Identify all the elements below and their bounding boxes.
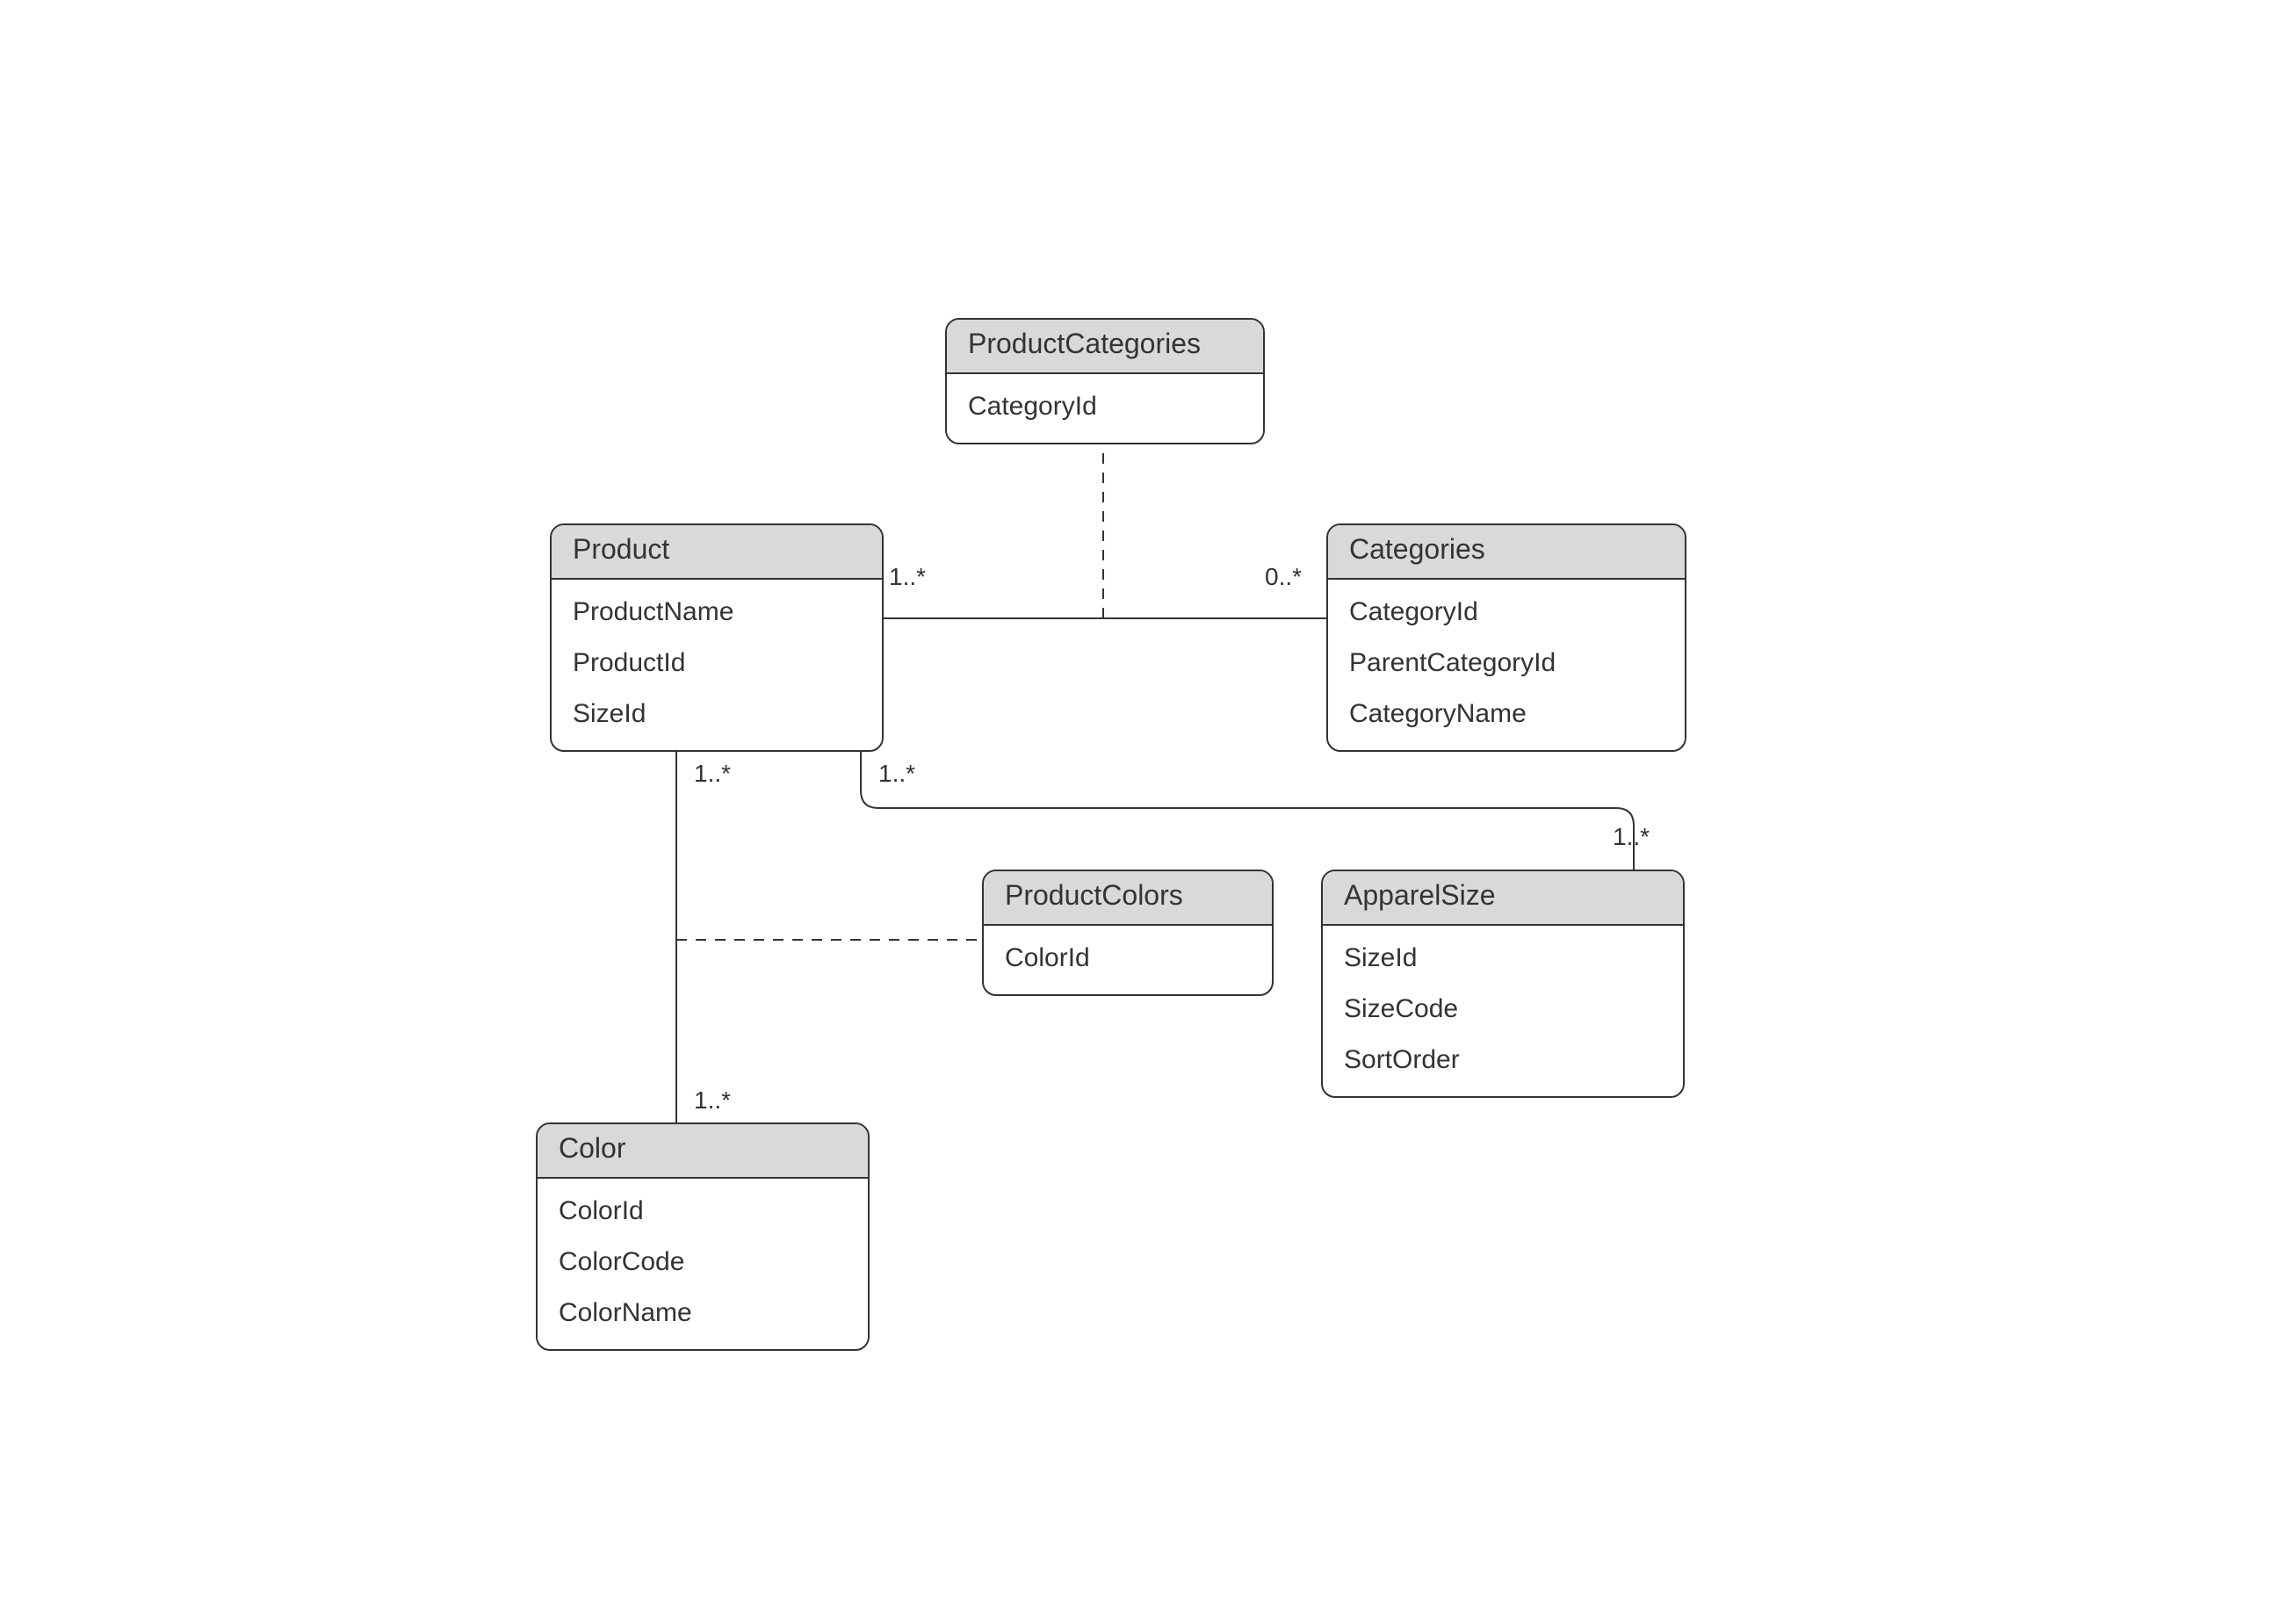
entity-productcategories: ProductCategories CategoryId <box>945 318 1265 444</box>
entity-field: ColorId <box>984 933 1272 984</box>
multiplicity-label: 1..* <box>694 1086 731 1114</box>
entity-field: SizeId <box>552 689 882 740</box>
entity-body: ColorId <box>984 926 1272 994</box>
entity-body: CategoryId <box>947 374 1263 443</box>
entity-header: ProductCategories <box>947 320 1263 374</box>
entity-body: SizeId SizeCode SortOrder <box>1323 926 1683 1096</box>
multiplicity-label: 0..* <box>1265 562 1302 590</box>
entity-header: Product <box>552 525 882 580</box>
entity-productcolors: ProductColors ColorId <box>982 870 1274 996</box>
multiplicity-label: 1..* <box>694 759 731 787</box>
connector-layer <box>0 0 2289 1623</box>
entity-header: ProductColors <box>984 871 1272 926</box>
entity-body: ColorId ColorCode ColorName <box>538 1179 868 1349</box>
entity-field: CategoryName <box>1328 689 1685 740</box>
multiplicity-label: 1..* <box>1613 822 1650 850</box>
entity-field: ProductName <box>552 587 882 638</box>
entity-header: Color <box>538 1124 868 1179</box>
uml-canvas: ProductCategories CategoryId Product Pro… <box>0 0 2289 1623</box>
entity-field: CategoryId <box>1328 587 1685 638</box>
entity-product: Product ProductName ProductId SizeId <box>550 523 884 752</box>
multiplicity-label: 1..* <box>889 562 926 590</box>
entity-header: Categories <box>1328 525 1685 580</box>
entity-body: CategoryId ParentCategoryId CategoryName <box>1328 580 1685 750</box>
entity-field: SortOrder <box>1323 1035 1683 1086</box>
entity-field: ColorName <box>538 1288 868 1339</box>
entity-body: ProductName ProductId SizeId <box>552 580 882 750</box>
entity-header: ApparelSize <box>1323 871 1683 926</box>
entity-categories: Categories CategoryId ParentCategoryId C… <box>1326 523 1686 752</box>
entity-field: ColorCode <box>538 1237 868 1288</box>
entity-color: Color ColorId ColorCode ColorName <box>536 1122 870 1351</box>
entity-apparelsize: ApparelSize SizeId SizeCode SortOrder <box>1321 870 1685 1098</box>
entity-field: ColorId <box>538 1186 868 1237</box>
entity-field: ParentCategoryId <box>1328 638 1685 689</box>
entity-field: SizeCode <box>1323 984 1683 1035</box>
multiplicity-label: 1..* <box>878 759 915 787</box>
entity-field: SizeId <box>1323 933 1683 984</box>
entity-field: CategoryId <box>947 381 1263 432</box>
entity-field: ProductId <box>552 638 882 689</box>
